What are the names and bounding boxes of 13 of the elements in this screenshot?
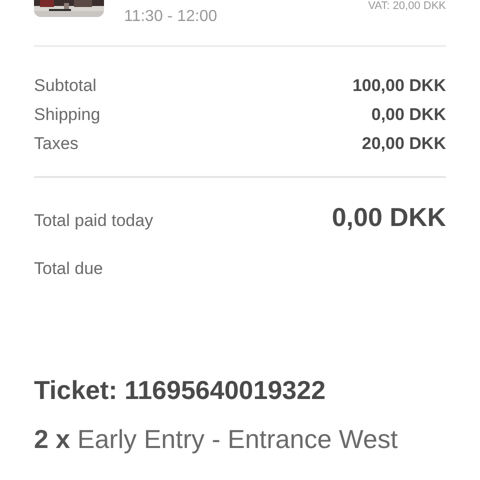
total-due-label: Total due [34, 259, 103, 279]
summary-value: 100,00 DKK [352, 76, 446, 96]
total-paid-label: Total paid today [34, 211, 154, 231]
summary-value: 0,00 DKK [371, 105, 446, 125]
total-paid-value: 0,00 DKK [332, 202, 446, 233]
summary-label: Shipping [34, 105, 100, 125]
summary-label: Subtotal [34, 76, 96, 96]
ticket-number: Ticket: 11695640019322 [34, 375, 326, 405]
ticket-line: 2 x Early Entry - Entrance West [34, 424, 398, 454]
summary-value: 20,00 DKK [362, 134, 446, 154]
summary-label: Taxes [34, 134, 78, 154]
time-range: 11:30 - 12:00 [124, 8, 218, 25]
vat-amount: VAT: 20,00 DKK [368, 0, 446, 12]
